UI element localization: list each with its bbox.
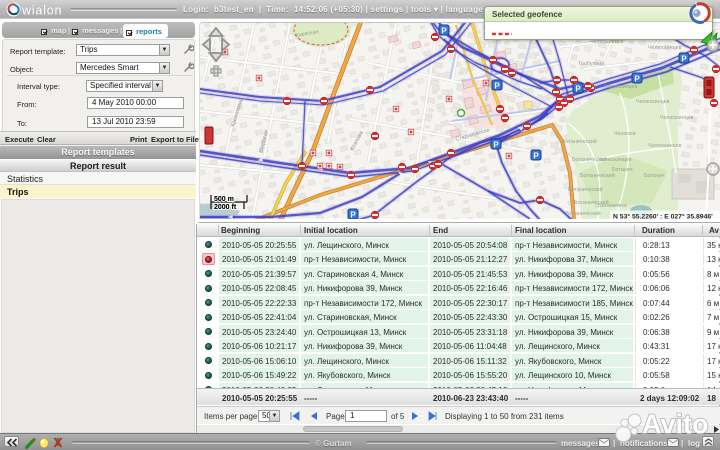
svg-text:Ботанический: Ботанический [568, 186, 603, 193]
svg-text:wialon: wialon [21, 4, 62, 18]
svg-text:N 53° 55.2260' : E 027° 35.894: N 53° 55.2260' : E 027° 35.8946' [613, 213, 713, 220]
svg-text:Толбухина: Толбухина [578, 61, 604, 67]
svg-text:500 m: 500 m [214, 196, 234, 203]
svg-text:Челюскинцев: Челюскинцев [648, 45, 682, 51]
svg-text:Челюскинцев: Челюскинцев [648, 143, 682, 149]
svg-text:2000 ft: 2000 ft [214, 204, 237, 211]
svg-text:P: P [575, 84, 581, 93]
svg-text:P: P [494, 81, 500, 90]
svg-text:P: P [533, 151, 539, 160]
svg-text:Ботанич: Ботанич [612, 167, 633, 173]
svg-text:P: P [441, 26, 447, 35]
svg-text:Челюскинцев: Челюскинцев [636, 99, 670, 105]
svg-text:Ботаническ: Ботаническ [598, 203, 627, 209]
svg-text:Ботанический: Ботанический [572, 156, 607, 163]
svg-text:P: P [681, 54, 687, 63]
svg-text:Челюскинцев: Челюскинцев [604, 84, 638, 90]
svg-text:Ботанический: Ботанический [562, 138, 597, 145]
svg-text:Ботанический: Ботанический [566, 210, 601, 217]
svg-text:P: P [350, 210, 356, 219]
svg-text:Ботанич: Ботанич [644, 173, 665, 179]
svg-text:Челюски: Челюски [614, 131, 636, 137]
svg-text:P: P [493, 140, 499, 149]
svg-text:Челюскинцев: Челюскинцев [660, 115, 694, 121]
svg-text:Ботанический: Ботанический [580, 172, 615, 179]
svg-text:P: P [634, 74, 640, 83]
